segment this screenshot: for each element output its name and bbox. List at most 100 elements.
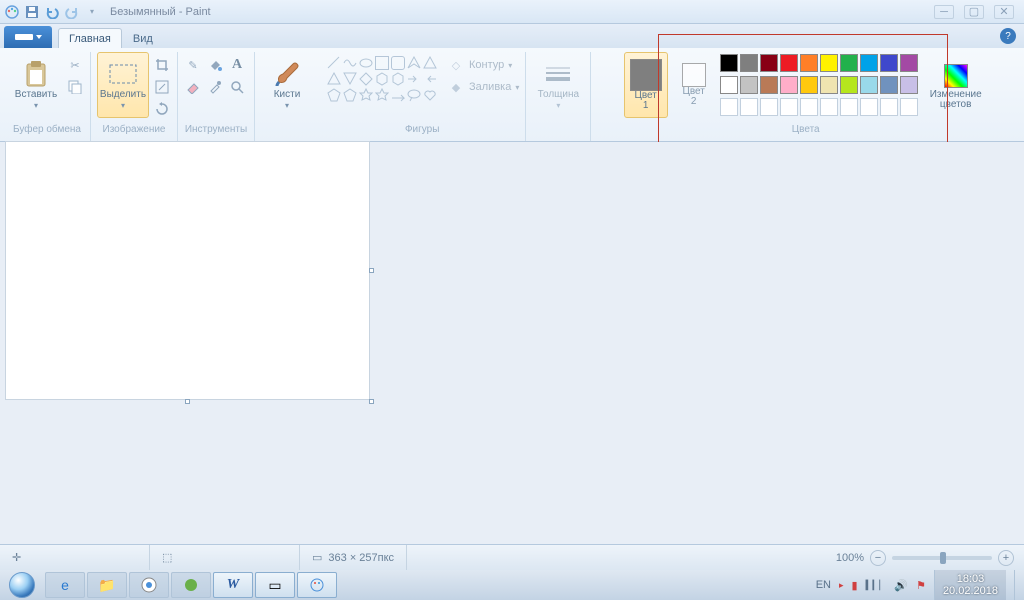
language-indicator[interactable]: EN xyxy=(816,579,831,591)
custom-color-slot[interactable] xyxy=(800,98,818,116)
crop-icon[interactable] xyxy=(153,56,171,74)
help-icon[interactable]: ? xyxy=(1000,28,1016,44)
outline-icon: ◇ xyxy=(447,56,465,74)
custom-color-slot[interactable] xyxy=(720,98,738,116)
clock[interactable]: 18:0320.02.2018 xyxy=(934,570,1006,600)
color-swatch[interactable] xyxy=(820,76,838,94)
undo-icon[interactable] xyxy=(44,4,60,20)
color-swatch[interactable] xyxy=(860,76,878,94)
custom-color-slot[interactable] xyxy=(840,98,858,116)
taskbar-explorer[interactable]: 📁 xyxy=(87,572,127,598)
statusbar: ✛ ⬚ ▭ 363 × 257пкс 100% − + xyxy=(0,544,1024,570)
color2-swatch xyxy=(682,63,706,87)
group-colors: Цвет 1 Цвет 2 Изменение цветов Цвета xyxy=(591,52,1020,141)
custom-color-slot[interactable] xyxy=(860,98,878,116)
custom-color-slot[interactable] xyxy=(760,98,778,116)
canvas[interactable] xyxy=(6,142,369,399)
taskbar-app1[interactable] xyxy=(171,572,211,598)
group-label: Инструменты xyxy=(185,122,247,136)
custom-color-slot[interactable] xyxy=(780,98,798,116)
color-swatch[interactable] xyxy=(760,54,778,72)
fill-icon[interactable] xyxy=(206,56,224,74)
edit-colors-button[interactable]: Изменение цветов xyxy=(924,52,988,118)
color-swatch[interactable] xyxy=(860,54,878,72)
zoom-in-button[interactable]: + xyxy=(998,550,1014,566)
custom-color-slot[interactable] xyxy=(880,98,898,116)
qat-dropdown-icon[interactable]: ▾ xyxy=(84,4,100,20)
color2-button[interactable]: Цвет 2 xyxy=(674,52,714,118)
color-swatch[interactable] xyxy=(720,76,738,94)
shapes-gallery[interactable] xyxy=(325,52,439,102)
color-swatch[interactable] xyxy=(800,54,818,72)
color-swatch[interactable] xyxy=(820,54,838,72)
size-button[interactable]: Толщина ▾ xyxy=(532,52,584,118)
color-swatch[interactable] xyxy=(840,54,858,72)
custom-color-slot[interactable] xyxy=(820,98,838,116)
eraser-icon[interactable] xyxy=(184,78,202,96)
maximize-button[interactable]: ▢ xyxy=(964,5,984,19)
show-desktop-button[interactable] xyxy=(1014,570,1022,600)
color-swatch[interactable] xyxy=(880,76,898,94)
color1-button[interactable]: Цвет 1 xyxy=(624,52,668,118)
taskbar: e 📁 W ▭ EN ▸ ▮ ▍▎▏ 🔊 ⚑ 18:0320.02.2018 xyxy=(0,570,1024,600)
selection-size: ⬚ xyxy=(150,545,300,570)
start-button[interactable] xyxy=(0,570,44,600)
color-swatch[interactable] xyxy=(780,54,798,72)
taskbar-paint[interactable] xyxy=(297,572,337,598)
custom-color-slot[interactable] xyxy=(900,98,918,116)
paste-button[interactable]: Вставить ▾ xyxy=(10,52,62,118)
text-icon[interactable]: A xyxy=(228,56,246,74)
zoom-controls: 100% − + xyxy=(826,550,1024,566)
select-button[interactable]: Выделить ▾ xyxy=(97,52,149,118)
tab-view[interactable]: Вид xyxy=(122,28,164,48)
ribbon-tabs: Главная Вид ? xyxy=(0,24,1024,48)
color1-swatch xyxy=(630,59,662,91)
resize-handle-se[interactable] xyxy=(369,399,374,404)
redo-icon[interactable] xyxy=(64,4,80,20)
tray-volume-icon[interactable]: 🔊 xyxy=(894,579,908,592)
group-label: Буфер обмена xyxy=(13,122,81,136)
taskbar-app2[interactable]: ▭ xyxy=(255,572,295,598)
cut-icon[interactable]: ✂ xyxy=(66,56,84,74)
window-controls: ─ ▢ ✕ xyxy=(934,5,1014,19)
color-swatch[interactable] xyxy=(760,76,778,94)
zoom-out-button[interactable]: − xyxy=(870,550,886,566)
color-swatch[interactable] xyxy=(840,76,858,94)
taskbar-chrome[interactable] xyxy=(129,572,169,598)
save-icon[interactable] xyxy=(24,4,40,20)
custom-color-slot[interactable] xyxy=(740,98,758,116)
group-tools: ✎ A Инструменты xyxy=(178,52,255,141)
minimize-button[interactable]: ─ xyxy=(934,5,954,19)
tray-action-icon[interactable]: ⚑ xyxy=(916,579,926,592)
resize-icon[interactable] xyxy=(153,78,171,96)
magnifier-icon[interactable] xyxy=(228,78,246,96)
resize-handle-e[interactable] xyxy=(369,268,374,273)
tray-battery-icon[interactable]: ▮ xyxy=(852,579,858,592)
zoom-slider[interactable] xyxy=(892,556,992,560)
color-swatch[interactable] xyxy=(780,76,798,94)
resize-handle-s[interactable] xyxy=(185,399,190,404)
rotate-icon[interactable] xyxy=(153,100,171,118)
tab-home[interactable]: Главная xyxy=(58,28,122,48)
close-button[interactable]: ✕ xyxy=(994,5,1014,19)
pencil-icon[interactable]: ✎ xyxy=(184,56,202,74)
color-swatch[interactable] xyxy=(880,54,898,72)
group-label: Цвета xyxy=(792,122,820,136)
group-shapes: ◇Контур▾ ◆Заливка▾ Фигуры xyxy=(319,52,526,141)
taskbar-ie[interactable]: e xyxy=(45,572,85,598)
file-menu-button[interactable] xyxy=(4,26,52,48)
color-swatch[interactable] xyxy=(740,76,758,94)
tray-network-icon[interactable]: ▍▎▏ xyxy=(866,580,887,591)
brushes-button[interactable]: Кисти ▾ xyxy=(261,52,313,118)
color-swatch[interactable] xyxy=(900,54,918,72)
tray-flag-icon[interactable]: ▸ xyxy=(839,580,844,591)
group-brushes: Кисти ▾ xyxy=(255,52,319,141)
color-swatch[interactable] xyxy=(740,54,758,72)
color-swatch[interactable] xyxy=(720,54,738,72)
color-swatch[interactable] xyxy=(900,76,918,94)
copy-icon[interactable] xyxy=(66,78,84,96)
taskbar-word[interactable]: W xyxy=(213,572,253,598)
picker-icon[interactable] xyxy=(206,78,224,96)
color-swatch[interactable] xyxy=(800,76,818,94)
group-image: Выделить ▾ Изображение xyxy=(91,52,178,141)
